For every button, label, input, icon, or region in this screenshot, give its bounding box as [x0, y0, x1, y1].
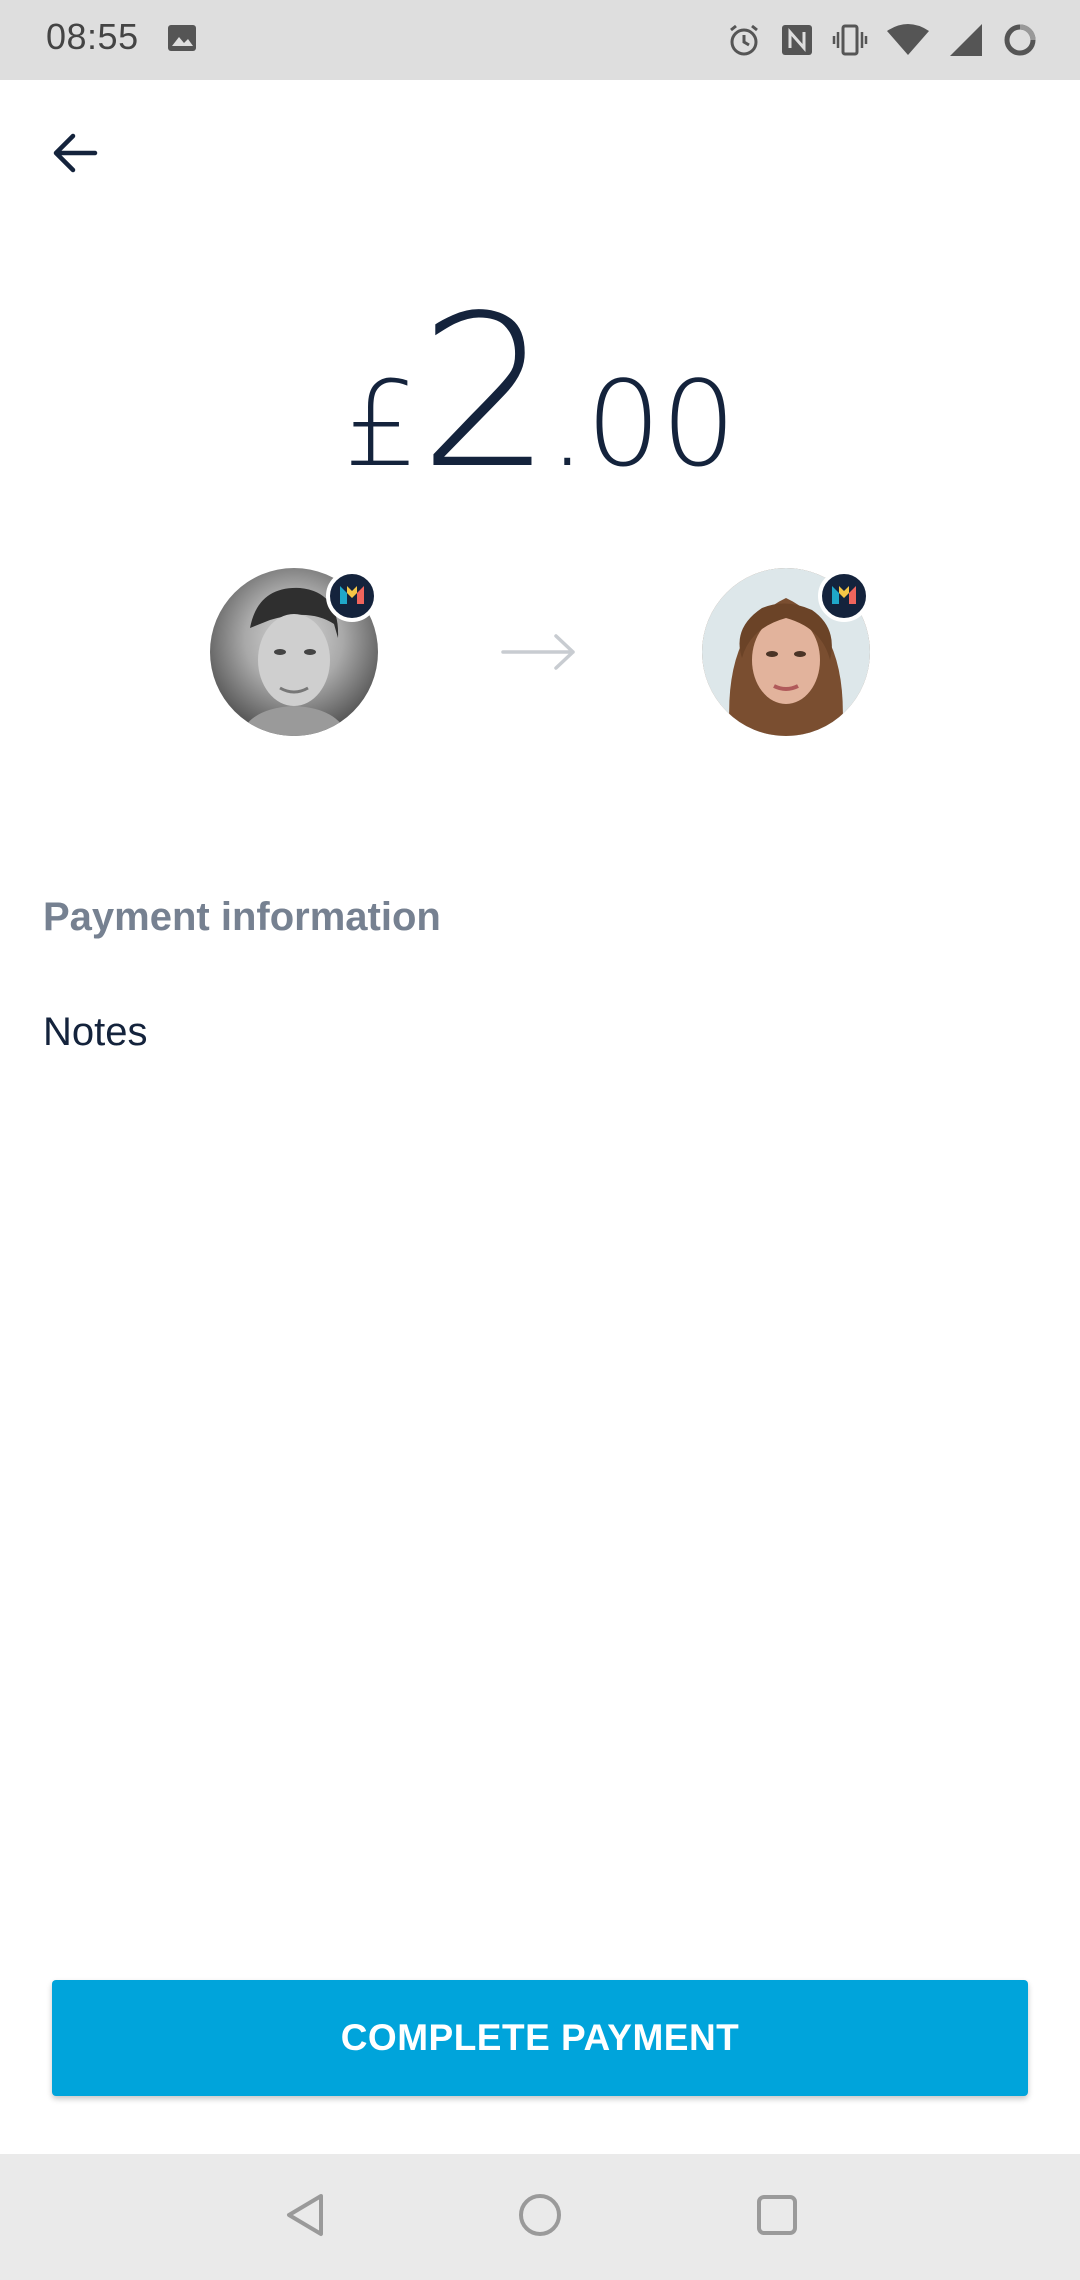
transfer-arrow-icon [500, 630, 578, 674]
notes-field[interactable]: Notes [43, 1010, 1037, 1080]
nav-home-button[interactable] [515, 2192, 565, 2242]
nav-recents-icon [755, 2193, 799, 2242]
status-time: 08:55 [46, 16, 139, 57]
amount-decimal: .00 [548, 355, 737, 493]
wifi-icon [886, 23, 930, 57]
system-nav-bar [0, 2154, 1080, 2280]
nav-back-button[interactable] [280, 2192, 330, 2242]
vibrate-icon [832, 22, 868, 58]
amount-whole: 2 [418, 270, 553, 515]
status-icons [726, 20, 1038, 60]
arrow-left-icon [51, 131, 99, 180]
payment-amount: £2.00 [0, 270, 1080, 515]
sender-monzo-badge [326, 570, 378, 622]
monzo-icon [338, 582, 366, 611]
status-bar: 08:55 [0, 0, 1080, 80]
image-icon [166, 22, 198, 54]
monzo-icon [830, 582, 858, 611]
payment-information-heading: Payment information [43, 895, 441, 939]
recipient-monzo-badge [818, 570, 870, 622]
battery-icon [1002, 22, 1038, 58]
currency-symbol: £ [343, 355, 419, 493]
nav-recents-button[interactable] [752, 2192, 802, 2242]
nav-back-icon [283, 2192, 327, 2243]
signal-icon [948, 22, 984, 58]
nav-home-icon [517, 2192, 563, 2243]
complete-payment-label: COMPLETE PAYMENT [340, 2017, 740, 2058]
nfc-icon [780, 23, 814, 57]
alarm-icon [726, 22, 762, 58]
complete-payment-button[interactable]: COMPLETE PAYMENT [52, 1980, 1028, 2096]
back-button[interactable] [40, 120, 110, 190]
